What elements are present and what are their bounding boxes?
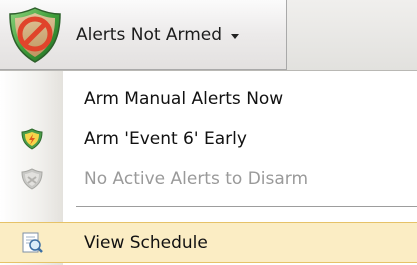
shield-disabled-icon bbox=[0, 159, 63, 199]
menu-item-label: Arm Manual Alerts Now bbox=[84, 89, 284, 109]
chevron-down-icon bbox=[231, 33, 240, 39]
toolbar: Alerts Not Armed bbox=[0, 0, 417, 71]
menu-item-label: Arm 'Event 6' Early bbox=[84, 129, 247, 149]
menu-item-disarm-alerts: No Active Alerts to Disarm bbox=[0, 159, 417, 199]
shield-disarmed-icon bbox=[4, 4, 66, 66]
menu-item-arm-manual-alerts[interactable]: Arm Manual Alerts Now bbox=[0, 79, 417, 119]
alerts-dropdown-menu: Arm Manual Alerts Now Arm 'Event 6' Earl… bbox=[0, 71, 417, 265]
menu-item-label: No Active Alerts to Disarm bbox=[84, 169, 309, 189]
schedule-icon bbox=[0, 223, 63, 263]
menu-item-label: View Schedule bbox=[84, 232, 208, 253]
menu-separator bbox=[76, 206, 417, 207]
menu-item-icon-slot bbox=[0, 79, 63, 119]
menu-item-view-schedule[interactable]: View Schedule bbox=[0, 222, 417, 263]
alerts-button-label: Alerts Not Armed bbox=[76, 24, 223, 45]
toolbar-background bbox=[287, 0, 417, 70]
shield-armed-icon bbox=[0, 119, 63, 159]
alerts-dropdown-button[interactable]: Alerts Not Armed bbox=[0, 0, 287, 70]
menu-item-arm-event-early[interactable]: Arm 'Event 6' Early bbox=[0, 119, 417, 159]
